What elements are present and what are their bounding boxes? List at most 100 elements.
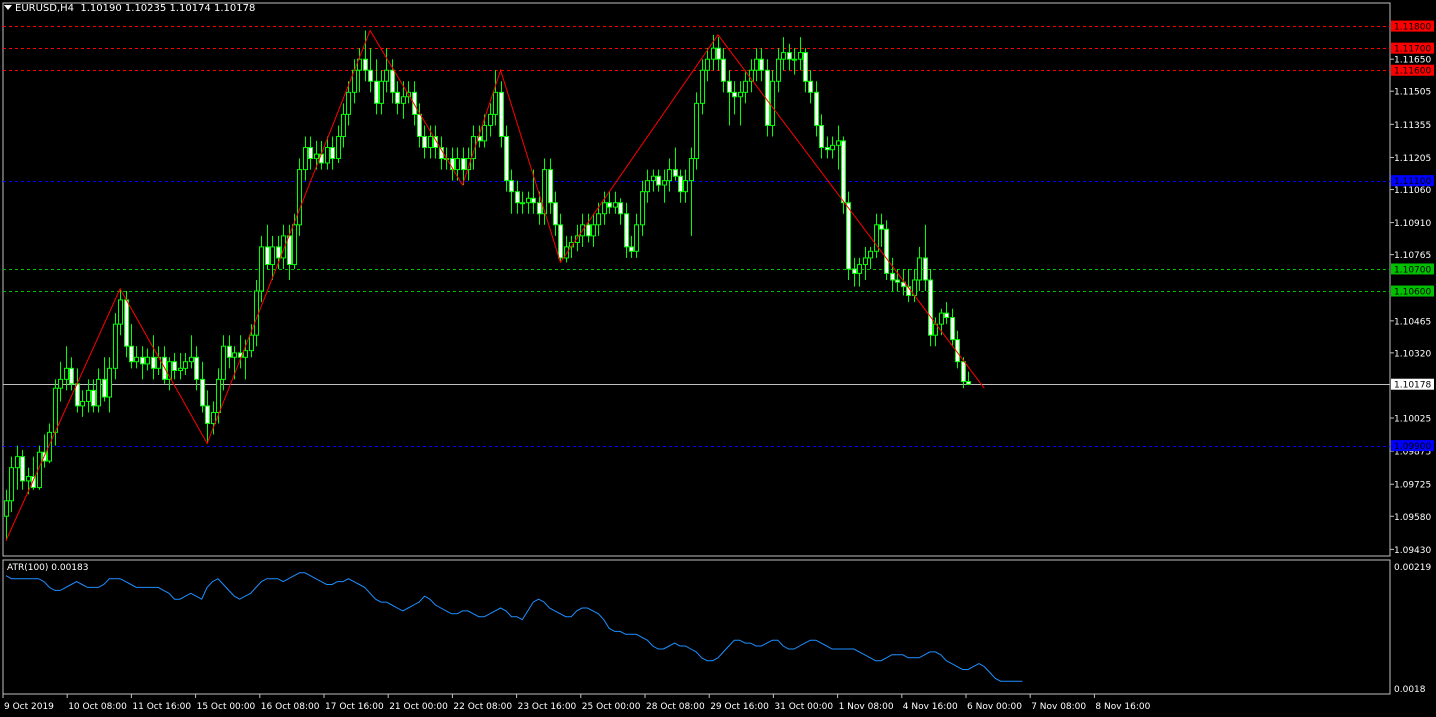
candle-body [770, 80, 775, 126]
candle-body [374, 80, 379, 104]
candle-body [776, 58, 781, 82]
candle-body [9, 467, 14, 502]
candle-body [640, 191, 645, 226]
candle-body [211, 411, 216, 425]
time-tick-label: 31 Oct 00:00 [774, 702, 833, 712]
candle-body [711, 47, 716, 60]
candle-body [428, 135, 433, 149]
candle-body [151, 356, 156, 369]
candle-body [232, 352, 237, 358]
candle-body [846, 202, 851, 270]
price-tick-label: 1.09430 [1394, 546, 1431, 556]
price-tick-label: 1.10320 [1394, 349, 1431, 359]
candle-body [189, 356, 194, 363]
candle-body [183, 361, 188, 369]
candle-body [819, 124, 824, 149]
candle-body [591, 224, 596, 237]
candle-body [341, 113, 346, 137]
candle-body [4, 500, 9, 517]
candle-body [531, 197, 536, 204]
candle-body [422, 135, 427, 149]
candle-body [917, 257, 922, 281]
candle-body [868, 250, 873, 259]
candle-body [270, 246, 275, 266]
candle-body [509, 180, 514, 193]
candle-body [830, 144, 835, 151]
candle-body [743, 80, 748, 93]
candle-body [624, 213, 629, 248]
time-tick-label: 10 Oct 08:00 [68, 702, 127, 712]
last-price-tag-label: 1.10178 [1394, 381, 1431, 391]
candle-body [558, 224, 563, 259]
candle-body [80, 400, 85, 407]
candle-body [792, 58, 797, 61]
price-tick-label: 1.09580 [1394, 513, 1431, 523]
candle-body [662, 180, 667, 186]
candle-body [857, 264, 862, 274]
candle-body [732, 91, 737, 98]
candle-body [363, 58, 368, 71]
candle-body [651, 175, 656, 182]
atr-pane-frame [2, 559, 1391, 695]
candle-body [586, 224, 591, 237]
candle-body [879, 224, 884, 230]
level-price-tag-label: 1.11700 [1394, 45, 1431, 55]
candle-body [308, 147, 313, 160]
candle-body [227, 345, 232, 358]
candle-body [863, 257, 868, 266]
price-tick-label: 1.10765 [1394, 251, 1431, 261]
time-tick-label: 28 Oct 08:00 [646, 702, 705, 712]
candle-body [346, 91, 351, 115]
candle-body [504, 135, 509, 182]
candle-body [667, 169, 672, 182]
candle-body [15, 456, 20, 469]
candle-body [537, 202, 542, 215]
candle-body [629, 246, 634, 252]
candle-body [75, 383, 80, 407]
candle-body [319, 153, 324, 164]
price-tick-label: 1.10465 [1394, 317, 1431, 327]
candle-body [526, 197, 531, 204]
candle-body [107, 367, 112, 398]
atr-tick-label: 0.0018 [1394, 685, 1426, 695]
candle-body [895, 279, 900, 283]
candle-body [194, 356, 199, 380]
candle-body [26, 476, 31, 482]
candle-body [705, 58, 710, 71]
candle-body [178, 367, 183, 372]
price-tick-label: 1.11060 [1394, 186, 1431, 196]
candle-body [124, 299, 129, 347]
candle-body [798, 52, 803, 60]
candle-body [417, 113, 422, 137]
candle-body [401, 96, 406, 104]
candle-body [700, 69, 705, 104]
candle-body [325, 147, 330, 164]
candle-body [618, 202, 623, 215]
candle-body [689, 158, 694, 182]
candle-body [808, 80, 813, 93]
candle-body [395, 91, 400, 104]
time-tick-label: 8 Nov 16:00 [1095, 702, 1150, 712]
time-tick-label: 22 Oct 08:00 [453, 702, 512, 712]
candle-body [482, 124, 487, 142]
price-tick-label: 1.11505 [1394, 88, 1431, 98]
candle-body [172, 361, 177, 372]
time-tick-label: 4 Nov 16:00 [903, 702, 958, 712]
candle-body [390, 69, 395, 93]
price-chart[interactable]: 1.11650 1.11505 1.11355 1.11205 1.11060 1.109… [0, 0, 1436, 717]
price-tick-label: 1.11355 [1394, 121, 1431, 131]
candle-body [683, 180, 688, 193]
candle-body [814, 91, 819, 126]
candle-body [890, 272, 895, 281]
price-tick-label: 1.11650 [1394, 56, 1431, 66]
candle-body [20, 456, 25, 482]
candle-body [781, 52, 786, 60]
candle-body [276, 246, 281, 259]
candle-body [961, 361, 966, 383]
candle-body [379, 80, 384, 104]
candle-body [548, 169, 553, 204]
time-tick-label: 15 Oct 00:00 [197, 702, 256, 712]
candle-body [336, 135, 341, 160]
candle-body [923, 257, 928, 281]
candle-body [884, 228, 889, 274]
